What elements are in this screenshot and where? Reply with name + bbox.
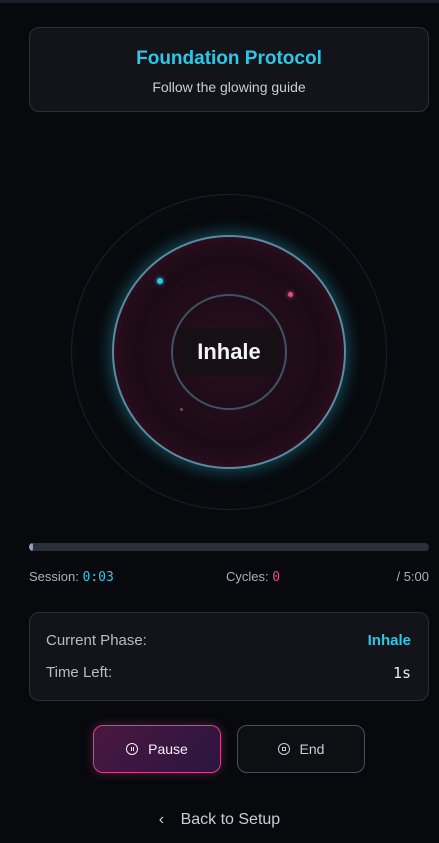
cycles-label: Cycles:	[226, 569, 269, 584]
particle-dot	[157, 278, 163, 284]
time-left-label: Time Left:	[46, 664, 113, 681]
protocol-title: Foundation Protocol	[136, 48, 322, 69]
session-label: Session:	[29, 569, 79, 584]
phase-display: Inhale	[178, 328, 280, 376]
back-to-setup-link[interactable]: ‹ Back to Setup	[0, 811, 439, 829]
stop-circle-icon	[277, 743, 290, 755]
end-button[interactable]: End	[237, 725, 365, 773]
pause-circle-icon	[126, 743, 139, 755]
chevron-left-icon: ‹	[158, 811, 165, 828]
top-divider	[0, 0, 439, 3]
back-link-label: Back to Setup	[180, 811, 281, 828]
phase-info-card: Current Phase: Inhale Time Left: 1s	[29, 612, 429, 701]
cycles-count: 0	[272, 570, 281, 585]
particle-dot	[180, 408, 183, 411]
breathing-visualizer: Inhale	[71, 194, 387, 510]
time-left-value: 1s	[392, 664, 411, 682]
session-progress-fill	[29, 543, 33, 551]
current-phase-label: Current Phase:	[46, 632, 147, 649]
session-stat: Session: 0:03	[29, 569, 114, 585]
pause-button-label: Pause	[148, 741, 188, 757]
session-time: 0:03	[82, 570, 114, 585]
particle-dot	[288, 292, 293, 297]
session-progress-bar	[29, 543, 429, 551]
session-stats: Session: 0:03 Cycles: 0 / 5:00	[29, 569, 429, 587]
current-phase-value: Inhale	[367, 632, 411, 649]
pause-button[interactable]: Pause	[93, 725, 221, 773]
protocol-header-card: Foundation Protocol Follow the glowing g…	[29, 27, 429, 112]
cycles-stat: Cycles: 0	[226, 569, 280, 585]
session-total: / 5:00	[396, 569, 429, 584]
protocol-subtitle: Follow the glowing guide	[152, 79, 306, 95]
end-button-label: End	[299, 741, 325, 757]
